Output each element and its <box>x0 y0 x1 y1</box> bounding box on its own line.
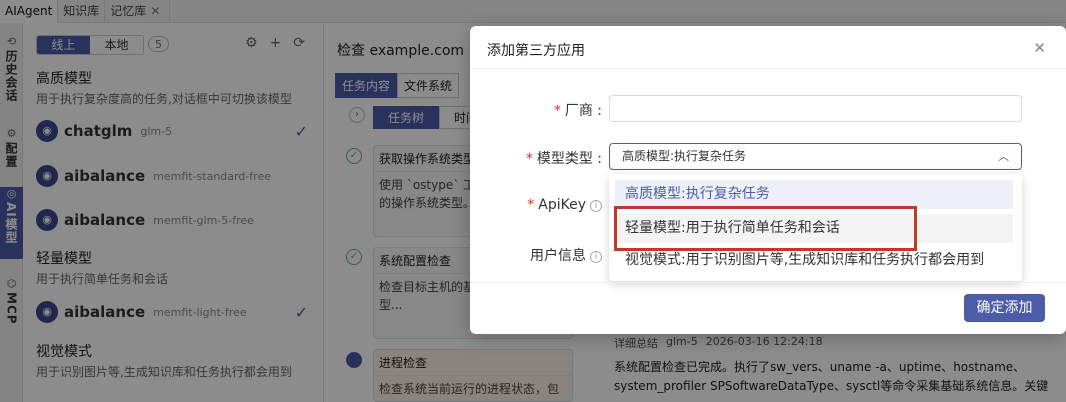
option-high-quality[interactable]: 高质模型:执行复杂任务 <box>615 180 1013 209</box>
vendor-label: * 厂商 : <box>470 100 602 120</box>
dialog-title: 添加第三方应用 <box>487 43 585 59</box>
close-icon[interactable]: ✕ <box>1033 39 1046 57</box>
userinfo-label-text: 用户信息 <box>530 248 586 264</box>
highlight-box <box>614 206 917 251</box>
required-mark: * <box>553 103 561 119</box>
add-third-party-app-dialog: 添加第三方应用 ✕ * 厂商 : * 模型类型 : 高质模型:执行复杂任务 ︿ * A… <box>470 26 1066 334</box>
model-type-select[interactable]: 高质模型:执行复杂任务 ︿ <box>609 143 1022 170</box>
vendor-label-text: 厂商 : <box>564 103 602 119</box>
model-type-select-value: 高质模型:执行复杂任务 <box>622 149 747 163</box>
info-icon[interactable]: i <box>590 251 602 263</box>
confirm-add-button[interactable]: 确定添加 <box>964 294 1045 322</box>
divider <box>470 282 1066 283</box>
vendor-input[interactable] <box>609 95 1022 122</box>
chevron-up-icon: ︿ <box>998 150 1009 163</box>
apikey-label-text: ApiKey <box>538 197 586 213</box>
required-mark: * <box>525 151 533 167</box>
userinfo-label: 用户信息 i <box>470 245 602 265</box>
model-type-label: * 模型类型 : <box>470 148 602 168</box>
info-icon[interactable]: i <box>590 200 602 212</box>
divider <box>470 68 1066 69</box>
required-mark: * <box>527 197 535 213</box>
apikey-label: * ApiKey i <box>470 197 602 213</box>
model-type-label-text: 模型类型 : <box>536 151 602 167</box>
